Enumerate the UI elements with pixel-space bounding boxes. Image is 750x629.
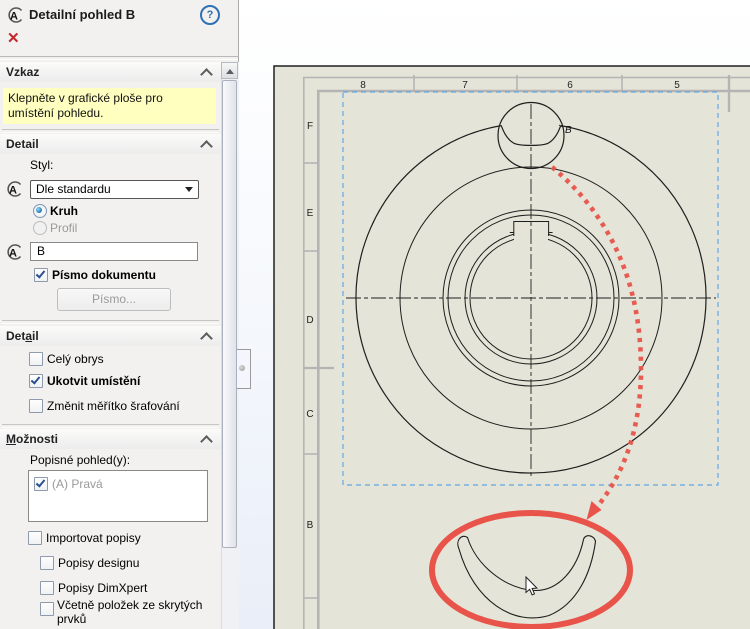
- section-label-detail-options: Detail: [6, 329, 39, 343]
- solidworks-window: 8 7 6 5 F E D C B B A Detailní pohled B …: [0, 0, 750, 629]
- help-icon[interactable]: ?: [200, 5, 220, 25]
- section-divider: [2, 129, 219, 133]
- radio-kruh-label[interactable]: Kruh: [50, 204, 78, 218]
- svg-text:A: A: [9, 185, 17, 197]
- header-separator: [0, 56, 238, 60]
- checkbox-popisy-dimxpert[interactable]: [40, 581, 54, 595]
- chevron-up-icon[interactable]: [200, 435, 213, 448]
- zone-row-c: C: [306, 409, 313, 420]
- chevron-down-icon[interactable]: [185, 187, 193, 192]
- zone-col-8: 8: [360, 80, 366, 91]
- chevron-up-icon[interactable]: [200, 68, 213, 81]
- detail-name-field[interactable]: B: [30, 242, 198, 261]
- radio-profil: [33, 221, 47, 235]
- cancel-icon[interactable]: ✕: [7, 31, 20, 46]
- style-combobox[interactable]: Dle standardu: [30, 180, 199, 199]
- zone-row-d: D: [306, 315, 313, 326]
- radio-kruh[interactable]: [33, 204, 47, 218]
- section-header-detail-options[interactable]: Detail: [0, 326, 221, 346]
- flyout-pin-icon[interactable]: [239, 365, 245, 371]
- checkbox-importovat-popisy[interactable]: [28, 531, 42, 545]
- drawing-sheet-svg: 8 7 6 5 F E D C B B: [273, 65, 750, 629]
- svg-text:A: A: [10, 11, 18, 23]
- checkbox-vcetne-label[interactable]: Včetně položek ze skrytých prvků: [57, 598, 209, 626]
- detail-circle-label[interactable]: B: [565, 125, 572, 136]
- checkbox-zmenit-label[interactable]: Změnit měřítko šrafování: [47, 399, 180, 413]
- style-combobox-value: Dle standardu: [36, 182, 111, 196]
- scrollbar-up-button[interactable]: [221, 62, 238, 79]
- checkbox-cely-obrys[interactable]: [29, 352, 43, 366]
- radio-profil-label: Profil: [50, 221, 78, 235]
- chevron-up-icon[interactable]: [200, 332, 213, 345]
- zone-col-7: 7: [462, 80, 468, 91]
- section-header-vzkaz[interactable]: Vzkaz: [0, 62, 221, 82]
- section-header-detail-style[interactable]: Detail: [0, 134, 221, 154]
- panel-title: Detailní pohled B: [29, 7, 136, 22]
- list-item-a-prava[interactable]: (A) Pravá: [52, 477, 103, 491]
- section-header-moznosti[interactable]: Možnosti: [0, 429, 221, 449]
- section-divider: [2, 320, 219, 324]
- checkbox-a-prava[interactable]: [34, 477, 48, 491]
- property-manager-panel: A Detailní pohled B ? ✕ Vzkaz Klepněte v…: [0, 0, 239, 629]
- zone-row-e: E: [307, 208, 314, 219]
- zone-col-5: 5: [674, 80, 680, 91]
- zone-row-b: B: [307, 520, 314, 531]
- detail-name-value: B: [37, 244, 46, 258]
- checkbox-pismo-label[interactable]: Písmo dokumentu: [52, 268, 156, 282]
- checkbox-popisy-designu[interactable]: [40, 556, 54, 570]
- section-label-moznosti: Možnosti: [6, 432, 58, 446]
- zone-col-6: 6: [567, 80, 573, 91]
- section-label-detail-style: Detail: [6, 137, 39, 151]
- message-box: Klepněte v grafické ploše pro umístění p…: [3, 88, 216, 124]
- checkbox-ukotvit-label[interactable]: Ukotvit umístění: [47, 374, 140, 388]
- svg-text:A: A: [9, 248, 17, 260]
- checkbox-zmenit-meritko[interactable]: [29, 399, 43, 413]
- popisne-pohledy-label: Popisné pohled(y):: [30, 453, 131, 467]
- section-divider: [2, 424, 219, 428]
- checkbox-pismo-dokumentu[interactable]: [34, 268, 48, 282]
- checkbox-cely-obrys-label[interactable]: Celý obrys: [47, 352, 104, 366]
- checkbox-ukotvit-umisteni[interactable]: [29, 374, 43, 388]
- scrollbar-thumb[interactable]: [222, 80, 237, 548]
- zone-row-f: F: [307, 121, 313, 132]
- detail-view-icon: A: [8, 7, 23, 23]
- styl-label: Styl:: [30, 158, 54, 172]
- section-label-vzkaz: Vzkaz: [6, 65, 40, 79]
- pismo-button: Písmo...: [57, 288, 171, 311]
- detail-style-icon: A: [7, 181, 22, 197]
- annotation-views-listbox[interactable]: (A) Pravá: [28, 470, 208, 522]
- checkbox-vcetne-polozek[interactable]: [40, 602, 54, 616]
- graphics-area[interactable]: 8 7 6 5 F E D C B B: [238, 0, 750, 629]
- checkbox-popisy-designu-label[interactable]: Popisy designu: [58, 556, 139, 570]
- propertymanager-flyout-tab[interactable]: [237, 349, 251, 389]
- sheet-paper[interactable]: [273, 65, 750, 629]
- detail-name-icon: A: [7, 244, 22, 260]
- chevron-up-icon[interactable]: [200, 140, 213, 153]
- checkbox-popisy-dimxpert-label[interactable]: Popisy DimXpert: [58, 581, 147, 595]
- arrow-up-icon: [226, 69, 234, 74]
- checkbox-importovat-label[interactable]: Importovat popisy: [46, 531, 141, 545]
